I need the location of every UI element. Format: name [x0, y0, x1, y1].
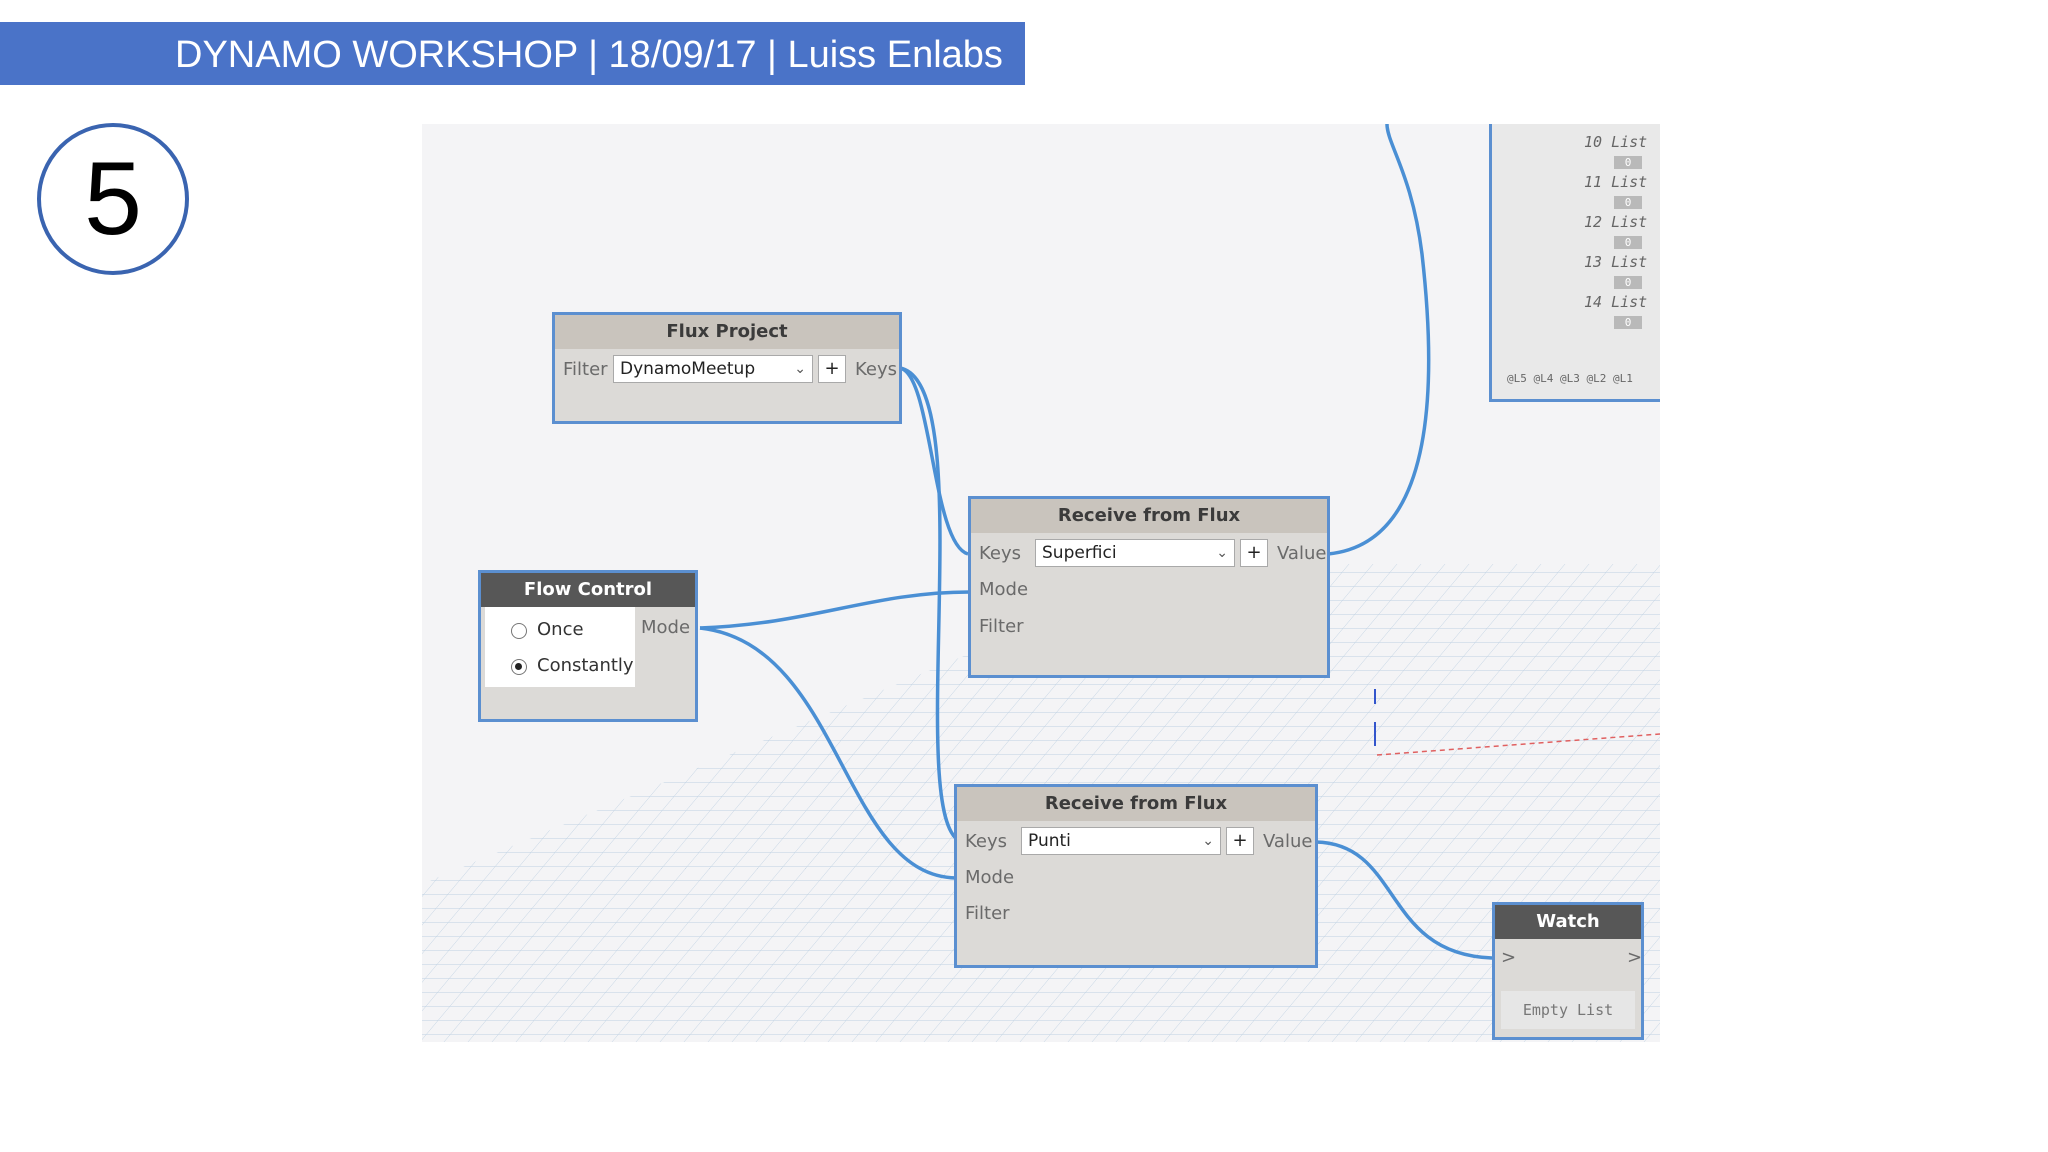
mode-output-port[interactable]: Mode: [641, 617, 690, 638]
filter-value: DynamoMeetup: [620, 359, 756, 379]
filter-input-port[interactable]: Filter: [979, 616, 1024, 637]
list-row: 11 List: [1584, 173, 1648, 191]
node-title: Receive from Flux: [971, 499, 1327, 533]
dynamo-canvas[interactable]: 10 List 0 11 List 0 12 List 0 13 List 0 …: [422, 124, 1660, 1042]
receive-from-flux-punti-node[interactable]: Receive from Flux Keys Punti ⌄ + Value M…: [954, 784, 1318, 968]
step-number: 5: [84, 140, 142, 257]
chevron-down-icon: ⌄: [794, 361, 806, 377]
node-title: Receive from Flux: [957, 787, 1315, 821]
keys-input-port[interactable]: Keys: [979, 543, 1021, 564]
watch-output-port[interactable]: >: [1627, 947, 1642, 968]
add-button[interactable]: +: [818, 355, 846, 383]
keys-value: Superfici: [1042, 543, 1117, 563]
watch-list-panel[interactable]: 10 List 0 11 List 0 12 List 0 13 List 0 …: [1489, 124, 1660, 402]
list-row: 10 List: [1584, 133, 1648, 151]
wire-superfici-to-list: [1327, 124, 1431, 556]
banner-title: DYNAMO WORKSHOP | 18/09/17 | Luiss Enlab…: [175, 34, 1003, 76]
node-title: Flow Control: [481, 573, 695, 607]
mode-input-port[interactable]: Mode: [965, 867, 1014, 888]
wire-mode-to-superfici: [699, 590, 971, 630]
step-number-badge: 5: [37, 123, 189, 275]
list-zero: 0: [1614, 196, 1642, 209]
radio-constantly[interactable]: [511, 659, 527, 675]
filter-dropdown[interactable]: DynamoMeetup ⌄: [613, 355, 813, 383]
value-output-port[interactable]: Value: [1263, 831, 1312, 852]
watch-content: Empty List: [1501, 991, 1635, 1029]
node-title: Watch: [1495, 905, 1641, 939]
wire-keys-to-superfici: [899, 366, 969, 556]
list-zero: 0: [1614, 236, 1642, 249]
radio-once[interactable]: [511, 623, 527, 639]
flux-project-node[interactable]: Flux Project Filter DynamoMeetup ⌄ + Key…: [552, 312, 902, 424]
watch-input-port[interactable]: >: [1501, 947, 1516, 968]
title-banner: DYNAMO WORKSHOP | 18/09/17 | Luiss Enlab…: [0, 22, 1025, 85]
radio-once-label: Once: [537, 619, 584, 640]
radio-constantly-label: Constantly: [537, 655, 634, 676]
watch-node[interactable]: Watch > > Empty List: [1492, 902, 1644, 1040]
chevron-down-icon: ⌄: [1216, 545, 1228, 561]
mode-input-port[interactable]: Mode: [979, 579, 1028, 600]
list-row: 12 List: [1584, 213, 1648, 231]
filter-input-port[interactable]: Filter: [965, 903, 1010, 924]
flow-control-node[interactable]: Flow Control Once Constantly Mode: [478, 570, 698, 722]
list-zero: 0: [1614, 316, 1642, 329]
list-row: 14 List: [1584, 293, 1648, 311]
value-output-port[interactable]: Value: [1277, 543, 1326, 564]
list-zero: 0: [1614, 156, 1642, 169]
chevron-down-icon: ⌄: [1202, 833, 1214, 849]
add-button[interactable]: +: [1226, 827, 1254, 855]
add-button[interactable]: +: [1240, 539, 1268, 567]
receive-from-flux-superfici-node[interactable]: Receive from Flux Keys Superfici ⌄ + Val…: [968, 496, 1330, 678]
node-title: Flux Project: [555, 315, 899, 349]
keys-value: Punti: [1028, 831, 1071, 851]
keys-input-port[interactable]: Keys: [965, 831, 1007, 852]
filter-port[interactable]: Filter: [563, 359, 608, 380]
list-zero: 0: [1614, 276, 1642, 289]
keys-dropdown[interactable]: Superfici ⌄: [1035, 539, 1235, 567]
keys-dropdown[interactable]: Punti ⌄: [1021, 827, 1221, 855]
list-row: 13 List: [1584, 253, 1648, 271]
list-levels: @L5 @L4 @L3 @L2 @L1: [1507, 372, 1633, 385]
keys-output-port[interactable]: Keys: [855, 359, 897, 380]
